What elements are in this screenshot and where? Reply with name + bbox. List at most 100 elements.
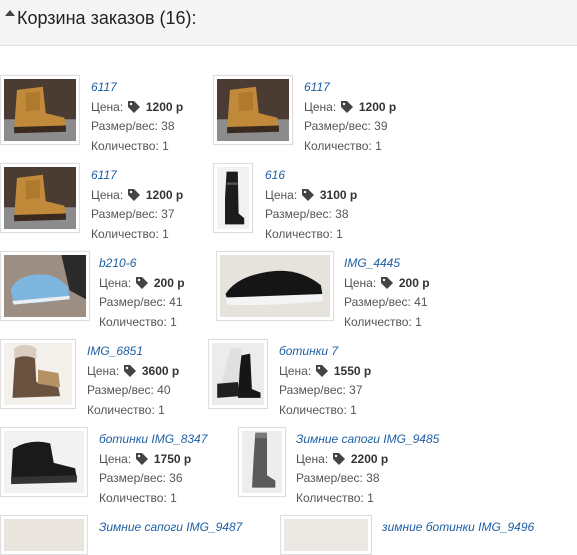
item-size: 41 [414,295,428,309]
item-qty: 1 [367,490,374,505]
size-label: Размер/вес: [99,295,166,309]
tag-icon [301,188,314,201]
size-label: Размер/вес: [99,471,166,485]
item-price: 200 р [153,275,185,290]
price-label: Цена: [265,187,298,202]
item-name-link[interactable]: 6117 [91,78,183,98]
item-size: 38 [161,119,175,133]
tag-icon [127,188,140,201]
item-name-link[interactable]: зимние ботинки IMG_9496 [382,518,534,538]
item-price: 1200 р [145,187,184,202]
item-info: 6117 Цена: 1200 р Размер/вес: 38 Количес… [91,78,183,156]
item-price: 1200 р [358,99,397,114]
item-photo[interactable] [0,163,80,233]
qty-label: Количество: [91,226,159,241]
item-info: IMG_4445 Цена: 200 р Размер/вес: 41 Коли… [344,254,430,332]
price-label: Цена: [99,451,132,466]
item-name-link[interactable]: IMG_6851 [87,342,179,362]
item-qty: 1 [415,314,422,329]
tag-icon [135,276,148,289]
qty-label: Количество: [296,490,364,505]
item-name-link[interactable]: b210-6 [99,254,185,274]
item-photo[interactable] [213,75,293,145]
item-qty: 1 [158,402,165,417]
fur-boot-image [4,343,72,405]
tag-icon [332,452,345,465]
price-label: Цена: [91,99,124,114]
item-name-link[interactable]: IMG_4445 [344,254,430,274]
tag-icon [123,364,136,377]
qty-label: Количество: [304,138,372,153]
item-photo[interactable] [238,427,286,497]
qty-label: Количество: [99,314,167,329]
caret-up-icon[interactable] [5,10,15,16]
item-name-link[interactable]: ботинки 7 [279,342,371,362]
brown-boot-image [4,79,76,141]
black-low-boot-image [4,431,84,493]
item-photo[interactable] [0,427,88,497]
item-info: 6117 Цена: 1200 р Размер/вес: 39 Количес… [304,78,396,156]
item-name-link[interactable]: ботинки IMG_8347 [99,430,207,450]
size-label: Размер/вес: [91,207,158,221]
item-qty: 1 [162,138,169,153]
item-size: 36 [169,471,183,485]
item-name-link[interactable]: 6117 [91,166,183,186]
item-name-link[interactable]: Зимние сапоги IMG_9487 [99,518,242,538]
item-name-link[interactable]: 616 [265,166,357,186]
item-qty: 1 [162,226,169,241]
item-price: 1550 р [333,363,372,378]
item-price: 200 р [398,275,430,290]
qty-label: Количество: [99,490,167,505]
size-label: Размер/вес: [296,471,363,485]
qty-label: Количество: [265,226,333,241]
price-label: Цена: [296,451,329,466]
black-ankle-boot-image [212,343,264,405]
partial-product-image [4,519,84,551]
item-info: ботинки IMG_8347 Цена: 1750 р Размер/вес… [99,430,207,508]
item-size: 41 [169,295,183,309]
item-info: ботинки 7 Цена: 1550 р Размер/вес: 37 Ко… [279,342,371,420]
black-tall-boot-image [217,167,249,229]
item-info: зимние ботинки IMG_9496 [382,518,534,538]
item-photo[interactable] [0,75,80,145]
tag-icon [315,364,328,377]
item-photo[interactable] [0,515,88,555]
item-price: 3100 р [319,187,358,202]
tag-icon [340,100,353,113]
item-price: 1200 р [145,99,184,114]
item-photo[interactable] [280,515,372,555]
item-size: 38 [366,471,380,485]
price-label: Цена: [304,99,337,114]
item-photo[interactable] [208,339,268,409]
price-label: Цена: [87,363,120,378]
item-photo[interactable] [0,251,90,321]
size-label: Размер/вес: [304,119,371,133]
partial-product-image [284,519,368,551]
item-info: b210-6 Цена: 200 р Размер/вес: 41 Количе… [99,254,185,332]
size-label: Размер/вес: [265,207,332,221]
grey-tall-boot-image [242,431,282,493]
item-info: Зимние сапоги IMG_9487 [99,518,242,538]
size-label: Размер/вес: [279,383,346,397]
item-name-link[interactable]: Зимние сапоги IMG_9485 [296,430,439,450]
item-price: 1750 р [153,451,192,466]
item-name-link[interactable]: 6117 [304,78,396,98]
tag-icon [380,276,393,289]
price-label: Цена: [279,363,312,378]
qty-label: Количество: [87,402,155,417]
price-label: Цена: [99,275,132,290]
item-size: 37 [349,383,363,397]
qty-label: Количество: [91,138,159,153]
item-photo[interactable] [216,251,334,321]
price-label: Цена: [91,187,124,202]
item-qty: 1 [170,314,177,329]
cart-title: Корзина заказов (16): [17,8,197,28]
item-info: 6117 Цена: 1200 р Размер/вес: 37 Количес… [91,166,183,244]
item-qty: 1 [336,226,343,241]
item-photo[interactable] [0,339,76,409]
item-size: 40 [157,383,171,397]
tag-icon [127,100,140,113]
item-qty: 1 [375,138,382,153]
item-photo[interactable] [213,163,253,233]
cart-panel-header[interactable]: Корзина заказов (16): [0,0,577,46]
